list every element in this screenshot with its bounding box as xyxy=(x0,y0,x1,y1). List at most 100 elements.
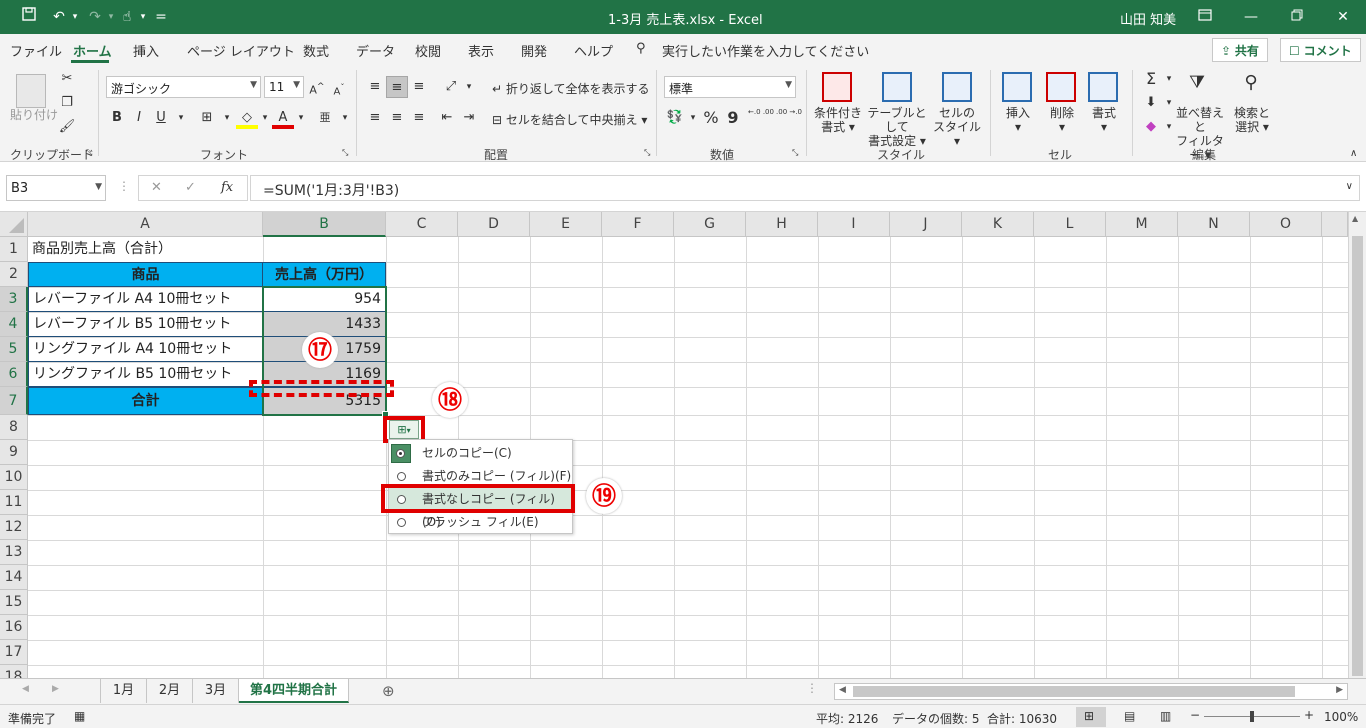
insert-cells-button[interactable]: 挿入 ▾ xyxy=(1002,106,1034,134)
font-size-select[interactable]: 11 ▼ xyxy=(264,76,304,98)
scroll-right-icon[interactable]: ▶ xyxy=(1336,685,1343,695)
column-header[interactable]: K xyxy=(962,212,1034,237)
product-name-cell[interactable]: リングファイル B5 10冊セット xyxy=(28,362,263,387)
align-middle-icon[interactable]: ≡ xyxy=(386,76,408,98)
phonetic-button[interactable]: 亜 xyxy=(314,107,336,129)
sheet-tab[interactable]: 1月 xyxy=(101,679,147,703)
phonetic-dropdown-icon[interactable]: ▾ xyxy=(334,107,356,129)
worksheet-grid[interactable]: A B C D E F G H I J K L M N O ▲ 1 2 3 4 … xyxy=(0,212,1366,678)
tab-file[interactable]: ファイル xyxy=(10,41,62,60)
sheet-tab[interactable]: 3月 xyxy=(193,679,239,703)
formula-input[interactable]: =SUM('1月:3月'!B3) ∨ xyxy=(250,175,1360,201)
status-average[interactable]: 平均: 2126 xyxy=(816,710,878,727)
insert-function-button[interactable]: fx xyxy=(221,180,233,195)
find-select-icon[interactable]: ⚲ xyxy=(1240,72,1262,94)
align-center-icon[interactable]: ≡ xyxy=(386,107,408,129)
format-as-table-button[interactable]: テーブルとして 書式設定 ▾ xyxy=(862,106,932,148)
decrease-indent-icon[interactable]: ⇤ xyxy=(436,107,458,129)
conditional-formatting-icon[interactable] xyxy=(822,72,852,102)
font-color-dropdown-icon[interactable]: ▾ xyxy=(290,107,312,129)
column-header[interactable]: I xyxy=(818,212,890,237)
row-header[interactable]: 2 xyxy=(0,262,28,287)
close-icon[interactable]: ✕ xyxy=(1332,6,1354,28)
column-header[interactable]: D xyxy=(458,212,530,237)
copy-icon[interactable]: ❐ xyxy=(56,92,78,114)
expand-formula-bar-icon[interactable]: ∨ xyxy=(1346,181,1353,192)
row-header[interactable]: 8 xyxy=(0,415,28,440)
scroll-next-sheet-icon[interactable]: ▶ xyxy=(52,684,59,694)
scroll-thumb[interactable] xyxy=(1352,236,1363,676)
row-header[interactable]: 14 xyxy=(0,565,28,590)
column-header[interactable]: A xyxy=(28,212,263,237)
page-break-view-icon[interactable]: ▥ xyxy=(1160,709,1171,723)
paste-icon[interactable] xyxy=(16,74,46,108)
merge-center-button[interactable]: ⊟ セルを結合して中央揃え ▾ xyxy=(492,111,647,128)
column-header[interactable]: C xyxy=(386,212,458,237)
column-header[interactable]: F xyxy=(602,212,674,237)
delete-cells-icon[interactable] xyxy=(1046,72,1076,102)
cell-styles-button[interactable]: セルの スタイル ▾ xyxy=(932,106,982,148)
product-name-cell[interactable]: レバーファイル A4 10冊セット xyxy=(28,287,263,312)
customize-qat-button[interactable]: = xyxy=(150,6,172,28)
align-right-icon[interactable]: ≡ xyxy=(408,107,430,129)
lightbulb-search-icon[interactable]: ⚲ xyxy=(636,41,646,56)
undo-dropdown-icon[interactable]: ▾ xyxy=(64,6,86,28)
tab-home[interactable]: ホーム xyxy=(73,41,112,60)
number-launcher-icon[interactable]: ⤡ xyxy=(792,148,798,158)
menu-item-copy-cells[interactable]: セルのコピー(C) xyxy=(389,442,572,465)
status-sum[interactable]: 合計: 10630 xyxy=(987,710,1057,727)
restore-icon[interactable] xyxy=(1286,6,1308,28)
borders-dropdown-icon[interactable]: ▾ xyxy=(216,107,238,129)
column-header[interactable]: G xyxy=(674,212,746,237)
sheet-title-cell[interactable]: 商品別売上高（合計） xyxy=(28,237,328,262)
borders-icon[interactable]: ⊞ xyxy=(196,107,218,129)
ribbon-display-options-icon[interactable] xyxy=(1194,6,1216,28)
split-handle-icon[interactable]: ⋮ xyxy=(806,681,818,695)
sheet-tab-active[interactable]: 第4四半期合計 xyxy=(239,679,349,703)
number-format-select[interactable]: 標準 ▼ xyxy=(664,76,796,98)
wrap-text-button[interactable]: ↵ 折り返して全体を表示する xyxy=(492,80,650,97)
orientation-dropdown-icon[interactable]: ▾ xyxy=(458,76,480,98)
paste-button[interactable]: 貼り付け xyxy=(10,106,58,123)
name-box[interactable]: B3 ▼ xyxy=(6,175,106,201)
zoom-in-icon[interactable]: + xyxy=(1304,708,1314,722)
decrease-decimal-button[interactable]: .00 →.0 xyxy=(776,107,802,129)
autosum-dropdown-icon[interactable]: ▾ xyxy=(1158,68,1180,90)
column-header-partial[interactable] xyxy=(1322,212,1348,237)
grow-font-button[interactable]: A^ xyxy=(306,76,328,98)
zoom-out-icon[interactable]: − xyxy=(1190,708,1200,722)
conditional-formatting-button[interactable]: 条件付き 書式 ▾ xyxy=(814,106,862,134)
tab-page-layout[interactable]: ページ レイアウト xyxy=(187,41,295,60)
share-button[interactable]: ⇪ 共有 xyxy=(1212,38,1268,62)
delete-cells-button[interactable]: 削除 ▾ xyxy=(1046,106,1078,134)
save-icon[interactable] xyxy=(18,6,40,28)
align-left-icon[interactable]: ≡ xyxy=(364,107,386,129)
tab-formulas[interactable]: 数式 xyxy=(303,41,329,60)
tab-developer[interactable]: 開発 xyxy=(521,41,547,60)
total-label-cell[interactable]: 合計 xyxy=(28,387,263,415)
cell-styles-icon[interactable] xyxy=(942,72,972,102)
product-name-cell[interactable]: レバーファイル B5 10冊セット xyxy=(28,312,263,337)
zoom-level[interactable]: 100% xyxy=(1324,710,1358,724)
macro-record-icon[interactable]: ▦ xyxy=(74,709,85,723)
row-header[interactable]: 6 xyxy=(0,362,28,387)
zoom-slider-thumb[interactable] xyxy=(1250,711,1254,722)
column-header[interactable]: J xyxy=(890,212,962,237)
clipboard-launcher-icon[interactable]: ⤡ xyxy=(86,148,92,158)
tell-me-box[interactable]: 実行したい作業を入力してください xyxy=(662,41,869,60)
autofill-options-button[interactable]: ⊞▾ xyxy=(389,420,419,439)
page-layout-view-icon[interactable]: ▤ xyxy=(1124,709,1135,723)
bold-button[interactable]: B xyxy=(106,107,128,129)
underline-dropdown-icon[interactable]: ▾ xyxy=(170,107,192,129)
row-header[interactable]: 15 xyxy=(0,590,28,615)
comments-button[interactable]: ☐ コメント xyxy=(1280,38,1361,62)
format-painter-icon[interactable]: 🖌 xyxy=(56,116,78,138)
percent-style-button[interactable]: % xyxy=(700,107,722,129)
scroll-left-icon[interactable]: ◀ xyxy=(839,685,846,695)
row-header[interactable]: 11 xyxy=(0,490,28,515)
format-cells-icon[interactable] xyxy=(1088,72,1118,102)
cut-icon[interactable]: ✂ xyxy=(56,68,78,90)
increase-decimal-button[interactable]: ←.0 .00 xyxy=(748,107,774,129)
scroll-prev-sheet-icon[interactable]: ◀ xyxy=(22,684,29,694)
row-header[interactable]: 4 xyxy=(0,312,28,337)
